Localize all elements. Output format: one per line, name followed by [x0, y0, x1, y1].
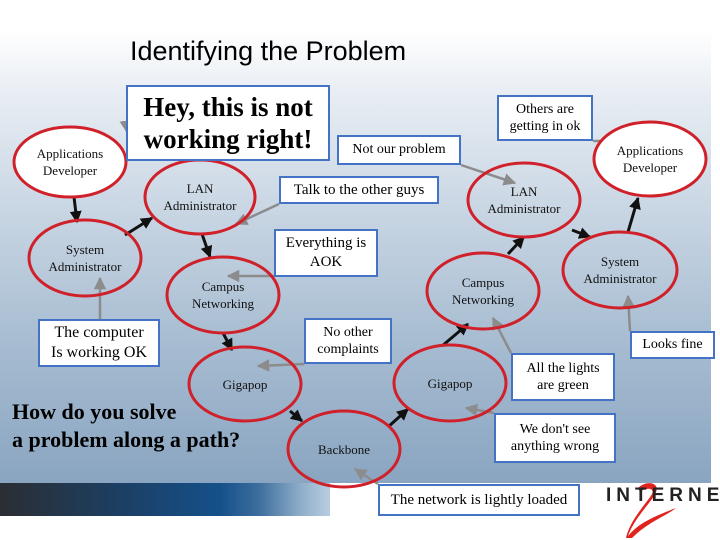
path-arrow — [124, 216, 154, 237]
node-label: Applications — [37, 146, 103, 161]
callout-text: Everything is AOK — [285, 235, 367, 270]
callout-text: Talk to the other guys — [293, 181, 425, 198]
node-ellipse — [165, 255, 281, 335]
path-arrow — [200, 233, 213, 259]
path-arrow — [289, 409, 303, 423]
node-label: Administrator — [49, 259, 123, 274]
node-label: Gigapop — [428, 376, 473, 391]
node-ellipse — [425, 251, 541, 331]
node-gigapop-right: Gigapop — [392, 343, 508, 423]
node-ellipse — [466, 161, 582, 239]
node-backbone: Backbone — [286, 409, 402, 489]
node-ellipse — [143, 158, 257, 236]
node-label: Networking — [192, 296, 255, 311]
callout-arrow — [460, 163, 517, 186]
node-sys-admin-left: System Administrator — [27, 218, 143, 298]
path-arrow — [386, 407, 410, 429]
callout-not-our-problem: Not our problem — [337, 135, 461, 165]
node-label: Administrator — [584, 271, 658, 286]
node-ellipse — [561, 230, 679, 310]
callout-hey-not-working: Hey, this is not working right! — [126, 85, 330, 161]
node-label: Administrator — [488, 201, 562, 216]
callout-computer-ok: The computer Is working OK — [38, 319, 160, 367]
callout-dont-see-wrong: We don't see anything wrong — [494, 413, 616, 463]
callout-everything-aok: Everything is AOK — [274, 229, 378, 277]
node-ellipse — [12, 125, 128, 199]
node-app-dev-left: Applications Developer — [12, 125, 128, 199]
node-label: System — [66, 242, 104, 257]
node-label: System — [601, 254, 639, 269]
callout-arrow — [622, 294, 635, 332]
callout-text: The computer Is working OK — [51, 324, 147, 361]
node-lan-admin-right: LAN Administrator — [466, 161, 582, 239]
node-label: Applications — [617, 143, 683, 158]
callout-text: Looks fine — [642, 337, 703, 353]
callout-lights-green: All the lights are green — [511, 353, 615, 401]
callout-network-lightly-loaded: The network is lightly loaded — [378, 484, 580, 516]
callout-others-getting-in: Others are getting in ok — [497, 95, 593, 141]
node-label: Campus — [202, 279, 245, 294]
node-ellipse — [27, 218, 143, 298]
callout-text: All the lights are green — [526, 360, 600, 394]
callout-text: The network is lightly loaded — [390, 491, 568, 508]
node-label: Developer — [43, 163, 98, 178]
node-sys-admin-right: System Administrator — [561, 230, 679, 310]
node-label: Developer — [623, 160, 678, 175]
node-label: Gigapop — [223, 377, 268, 392]
node-label: Networking — [452, 292, 515, 307]
path-arrow — [626, 196, 641, 233]
callout-text: No other complaints — [317, 324, 379, 358]
node-label: Backbone — [318, 442, 370, 457]
node-label: LAN — [187, 181, 214, 196]
node-gigapop-left: Gigapop — [187, 345, 303, 423]
slide: Identifying the Problem How do you solve… — [0, 0, 720, 540]
callout-arrow — [491, 316, 513, 354]
logo-text: INTERNET® — [606, 485, 720, 507]
path-arrow — [506, 235, 526, 256]
callout-talk-other-guys: Talk to the other guys — [279, 176, 439, 204]
callout-text: Hey, this is not working right! — [143, 91, 313, 154]
path-arrow — [69, 196, 82, 224]
node-campus-right: Campus Networking — [425, 251, 541, 331]
path-arrow — [571, 227, 592, 239]
node-campus-left: Campus Networking — [165, 255, 281, 335]
node-lan-admin-left: LAN Administrator — [143, 158, 257, 236]
node-label: LAN — [511, 184, 538, 199]
callout-text: Others are getting in ok — [509, 101, 581, 135]
logo-wordmark: INTERNET — [606, 485, 720, 506]
node-ellipse — [592, 120, 708, 198]
callout-text: We don't see anything wrong — [510, 421, 600, 455]
callout-no-other-complaints: No other complaints — [304, 318, 392, 364]
callout-text: Not our problem — [352, 142, 446, 158]
node-label: Administrator — [164, 198, 238, 213]
callout-looks-fine: Looks fine — [630, 331, 715, 359]
node-label: Campus — [462, 275, 505, 290]
callout-arrow — [256, 359, 305, 372]
node-app-dev-right: Applications Developer — [592, 120, 708, 198]
